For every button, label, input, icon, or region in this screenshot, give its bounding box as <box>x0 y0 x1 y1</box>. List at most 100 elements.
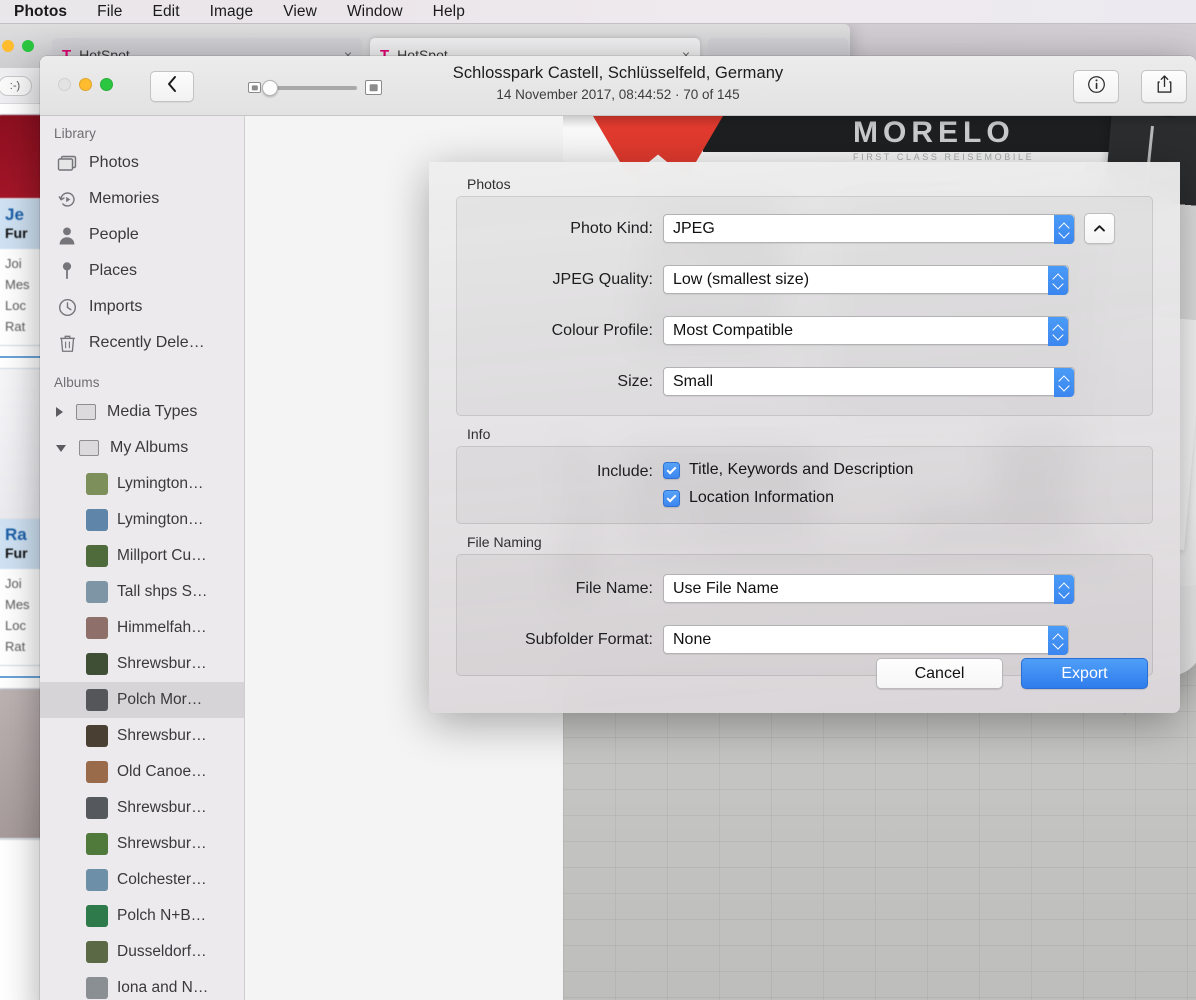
disclosure-down-icon[interactable] <box>56 444 66 452</box>
sidebar-album-item[interactable]: Himmelfah… <box>40 610 244 646</box>
album-label: Colchester… <box>117 871 207 888</box>
background-window-traffic-lights[interactable] <box>2 40 34 52</box>
cancel-button[interactable]: Cancel <box>876 658 1003 689</box>
album-thumbnail <box>86 761 108 783</box>
share-button[interactable] <box>1141 70 1187 103</box>
sidebar-item-recently-deleted[interactable]: Recently Dele… <box>40 325 244 361</box>
menu-item-photos[interactable]: Photos <box>14 3 67 21</box>
subfolder-format-select[interactable]: None <box>663 625 1069 655</box>
sidebar-item-label: Photos <box>89 154 139 171</box>
album-label: Lymington… <box>117 511 204 528</box>
sidebar-item-places[interactable]: Places <box>40 253 244 289</box>
sidebar-album-item[interactable]: Shrewsbur… <box>40 718 244 754</box>
colour-profile-select[interactable]: Most Compatible <box>663 316 1069 346</box>
checkbox-icon[interactable] <box>663 461 680 479</box>
sidebar-group-my-albums[interactable]: My Albums <box>40 430 244 466</box>
album-label: Iona and N… <box>117 979 209 996</box>
menu-item-file[interactable]: File <box>97 3 122 21</box>
album-label: Shrewsbur… <box>117 799 207 816</box>
sidebar-album-item[interactable]: Iona and N… <box>40 970 244 1000</box>
jpeg-quality-select[interactable]: Low (smallest size) <box>663 265 1069 295</box>
sidebar-album-item[interactable]: Lymington… <box>40 466 244 502</box>
sidebar-album-item[interactable]: Lymington… <box>40 502 244 538</box>
sidebar-album-item[interactable]: Old Canoe… <box>40 754 244 790</box>
sidebar-album-item[interactable]: Millport Cu… <box>40 538 244 574</box>
size-select[interactable]: Small <box>663 367 1075 397</box>
zoom-slider-control[interactable] <box>248 79 382 96</box>
photo-kind-select[interactable]: JPEG <box>663 214 1075 244</box>
checkbox-location-information[interactable]: Location Information <box>663 489 913 507</box>
menu-item-image[interactable]: Image <box>210 3 254 21</box>
field-jpeg-quality: JPEG Quality: Low (smallest size) <box>457 254 1152 305</box>
photos-app-window[interactable]: Schlosspark Castell, Schlüsselfeld, Germ… <box>40 56 1196 1000</box>
zoom-slider-track[interactable] <box>262 79 357 96</box>
disclosure-right-icon[interactable] <box>56 407 63 417</box>
sidebar-item-photos[interactable]: Photos <box>40 145 244 181</box>
checkbox-icon[interactable] <box>663 489 680 507</box>
stepper-icon[interactable] <box>1048 317 1068 346</box>
sidebar-item-label: Memories <box>89 190 160 207</box>
sidebar-album-item[interactable]: Shrewsbur… <box>40 826 244 862</box>
stepper-icon[interactable] <box>1054 368 1074 397</box>
album-thumbnail <box>86 473 108 495</box>
album-label: Old Canoe… <box>117 763 207 780</box>
menu-item-edit[interactable]: Edit <box>153 3 180 21</box>
menu-item-view[interactable]: View <box>283 3 317 21</box>
section-title-file-naming: File Naming <box>467 534 542 550</box>
stepper-icon[interactable] <box>1048 626 1068 655</box>
menu-item-help[interactable]: Help <box>433 3 465 21</box>
menu-item-window[interactable]: Window <box>347 3 403 21</box>
album-thumbnail <box>86 545 108 567</box>
sidebar-album-item[interactable]: Dusseldorf… <box>40 934 244 970</box>
photos-titlebar: Schlosspark Castell, Schlüsselfeld, Germ… <box>40 56 1196 116</box>
share-icon <box>1155 74 1174 99</box>
album-thumbnail <box>86 653 108 675</box>
photo-small-icon <box>248 82 261 93</box>
back-button[interactable] <box>150 71 194 102</box>
subfolder-format-value: None <box>673 630 712 648</box>
smiley-icon[interactable]: :-) <box>0 75 32 96</box>
album-label: Polch N+B… <box>117 907 207 924</box>
jpeg-quality-value: Low (smallest size) <box>673 270 810 288</box>
maximize-window-button[interactable] <box>100 78 113 91</box>
album-thumbnail <box>86 725 108 747</box>
sidebar-item-memories[interactable]: Memories <box>40 181 244 217</box>
sidebar-album-item[interactable]: Colchester… <box>40 862 244 898</box>
sidebar[interactable]: Library Photos Memories People Places Im… <box>40 116 245 1000</box>
person-icon <box>56 226 78 245</box>
colour-profile-value: Most Compatible <box>673 321 794 339</box>
field-label-subfolder-format: Subfolder Format: <box>524 630 653 648</box>
sidebar-album-item[interactable]: Tall shps S… <box>40 574 244 610</box>
sidebar-group-media-types[interactable]: Media Types <box>40 394 244 430</box>
sidebar-item-imports[interactable]: Imports <box>40 289 244 325</box>
album-list[interactable]: Lymington… Lymington… Millport Cu… Tall shp… <box>40 466 244 1000</box>
field-label-colour-profile: Colour Profile: <box>551 321 653 339</box>
stepper-icon[interactable] <box>1054 215 1074 244</box>
sidebar-item-label: Imports <box>89 298 143 315</box>
stepper-icon[interactable] <box>1048 266 1068 295</box>
album-label: Millport Cu… <box>117 547 207 564</box>
album-label: Himmelfah… <box>117 619 207 636</box>
info-button[interactable] <box>1073 70 1119 103</box>
trash-icon <box>56 334 78 353</box>
sidebar-item-label: Places <box>89 262 138 279</box>
export-dialog[interactable]: Photos Photo Kind: JPEG JPEG Quality: Lo… <box>429 162 1180 713</box>
sidebar-album-item[interactable]: Polch N+B… <box>40 898 244 934</box>
zoom-slider-knob[interactable] <box>262 79 278 96</box>
checkbox-title-keywords-description[interactable]: Title, Keywords and Description <box>663 461 913 479</box>
file-name-select[interactable]: Use File Name <box>663 574 1075 604</box>
sidebar-album-item[interactable]: Polch Mor… <box>40 682 244 718</box>
sidebar-album-item[interactable]: Shrewsbur… <box>40 646 244 682</box>
field-photo-kind: Photo Kind: JPEG <box>457 203 1152 254</box>
bg-minimize-button[interactable] <box>2 40 14 52</box>
chevron-left-icon <box>166 75 178 98</box>
minimize-window-button[interactable] <box>79 78 92 91</box>
stepper-icon[interactable] <box>1054 575 1074 604</box>
sidebar-item-people[interactable]: People <box>40 217 244 253</box>
bg-maximize-button[interactable] <box>22 40 34 52</box>
collapse-button[interactable] <box>1084 213 1115 244</box>
export-button[interactable]: Export <box>1021 658 1148 689</box>
sidebar-album-item[interactable]: Shrewsbur… <box>40 790 244 826</box>
sheet-drop-shadow <box>563 116 1196 128</box>
traffic-lights[interactable] <box>58 78 113 91</box>
